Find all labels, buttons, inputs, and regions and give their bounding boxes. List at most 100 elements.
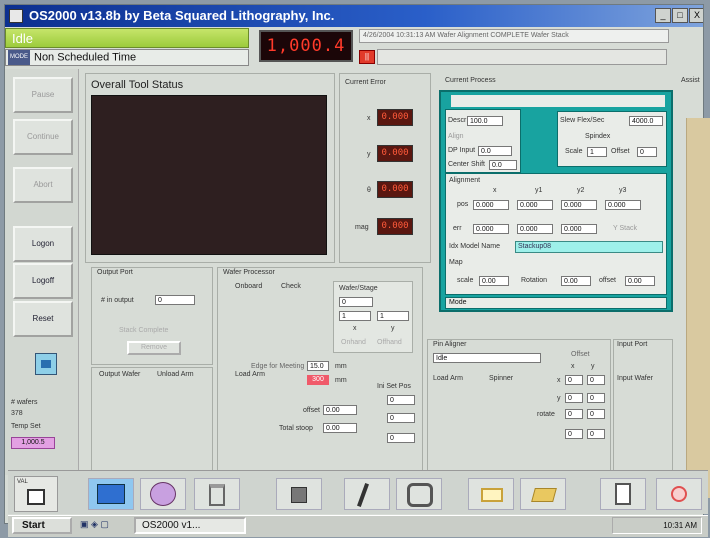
center-shift-field[interactable]: 0.0 bbox=[489, 160, 517, 170]
align-err-x[interactable]: 0.000 bbox=[473, 224, 509, 234]
pin-bottom-field-1[interactable]: 0 bbox=[565, 429, 583, 439]
map-offset-field[interactable]: 0.00 bbox=[625, 276, 655, 286]
diagnostics-tool-button[interactable] bbox=[396, 478, 442, 510]
output-wafer-label: Output Wafer bbox=[99, 371, 141, 378]
stop-tool-button[interactable] bbox=[276, 478, 322, 510]
monitor-icon bbox=[97, 484, 125, 504]
pin-grid-r2c1[interactable]: 0 bbox=[565, 393, 583, 403]
minimize-button[interactable]: _ bbox=[655, 8, 671, 23]
close-button[interactable]: X bbox=[689, 8, 703, 23]
pin-grid-r3c2[interactable]: 0 bbox=[587, 409, 605, 419]
output-count-label: # in output bbox=[101, 297, 134, 304]
align-err-y1[interactable]: 0.000 bbox=[517, 224, 553, 234]
desc-field[interactable]: 100.0 bbox=[467, 116, 503, 126]
pin-grid-r2c2[interactable]: 0 bbox=[587, 393, 605, 403]
open-folder-icon bbox=[531, 488, 557, 502]
red-value-field[interactable]: 300 bbox=[307, 375, 329, 385]
document-tool-button[interactable] bbox=[600, 478, 646, 510]
stethoscope-icon bbox=[407, 483, 433, 507]
edge-field[interactable]: 15.0 bbox=[307, 361, 329, 371]
slew-field[interactable]: 4000.0 bbox=[629, 116, 663, 126]
process-mode-field[interactable]: Mode bbox=[445, 297, 667, 309]
pin-spinner-label: Spinner bbox=[489, 375, 514, 382]
pin-grid-r1c1[interactable]: 0 bbox=[565, 375, 583, 385]
wafer-stage-field-2[interactable]: 1 bbox=[339, 311, 371, 321]
tools-tool-button[interactable] bbox=[344, 478, 390, 510]
wafer-stage-field-1[interactable]: 0 bbox=[339, 297, 373, 307]
set-pos-field-3[interactable]: 0 bbox=[387, 433, 415, 443]
align-check-label[interactable]: Align bbox=[448, 133, 464, 140]
align-pos-y1[interactable]: 0.000 bbox=[517, 200, 553, 210]
spin-scale-label: Scale bbox=[565, 148, 583, 155]
pin-grid-r3c1[interactable]: 0 bbox=[565, 409, 583, 419]
quick-launch-tile[interactable]: VAL bbox=[14, 476, 58, 512]
pin-grid-r1c2[interactable]: 0 bbox=[587, 375, 605, 385]
screen-tool-button[interactable] bbox=[88, 478, 134, 510]
slew-label: Slew Flex/Sec bbox=[560, 117, 605, 124]
align-pos-y3[interactable]: 0.000 bbox=[605, 200, 641, 210]
edge-unit: mm bbox=[335, 363, 347, 370]
center-shift-label: Center Shift bbox=[448, 161, 485, 168]
pause-alarm-button[interactable]: || bbox=[359, 50, 375, 64]
quick-launch-label: VAL bbox=[17, 479, 28, 485]
remove-button[interactable]: Remove bbox=[127, 341, 181, 355]
stack-complete-check[interactable]: Stack Complete bbox=[119, 327, 168, 334]
spin-offset-field[interactable]: 0 bbox=[637, 147, 657, 157]
stage-sub-x: x bbox=[353, 325, 357, 332]
maximize-button[interactable]: □ bbox=[672, 8, 688, 23]
pause-button[interactable]: Pause bbox=[13, 77, 73, 113]
offhand-radio[interactable]: Offhand bbox=[377, 339, 402, 346]
taskbar-os2000-item[interactable]: OS2000 v1... bbox=[134, 517, 246, 534]
align-err-y2[interactable]: 0.000 bbox=[561, 224, 597, 234]
open-folder-tool-button[interactable] bbox=[520, 478, 566, 510]
abort-button[interactable]: Abort bbox=[13, 167, 73, 203]
pin-row-x-label: x bbox=[557, 377, 561, 384]
error-x-label: x bbox=[367, 115, 371, 122]
map-rotation-field[interactable]: 0.00 bbox=[561, 276, 591, 286]
model-name-field[interactable]: Stackup08 bbox=[515, 241, 663, 253]
reset-button[interactable]: Reset bbox=[13, 301, 73, 337]
quick-tool-icon[interactable] bbox=[35, 353, 57, 375]
set-pos-title: Ini Set Pos bbox=[377, 383, 411, 390]
app-icon bbox=[9, 9, 23, 23]
error-mag-value: 0.000 bbox=[377, 218, 413, 235]
map-scale-field[interactable]: 0.00 bbox=[479, 276, 509, 286]
wafer-icon bbox=[150, 482, 176, 506]
folder-tool-button[interactable] bbox=[468, 478, 514, 510]
quick-launch-icons[interactable]: ▣ ◈ ▢ bbox=[80, 519, 128, 533]
onhand-radio[interactable]: Onhand bbox=[341, 339, 366, 346]
align-col-y2: y2 bbox=[577, 187, 585, 194]
logon-button[interactable]: Logon bbox=[13, 226, 73, 262]
map-scale-label: scale bbox=[457, 277, 474, 284]
continue-button[interactable]: Continue bbox=[13, 119, 73, 155]
dp-input-field[interactable]: 0.0 bbox=[478, 146, 512, 156]
exit-tool-button[interactable] bbox=[656, 478, 702, 510]
error-y-label: y bbox=[367, 151, 371, 158]
total-stoop-field[interactable]: 0.00 bbox=[323, 423, 357, 433]
y-stack-check[interactable]: Y Stack bbox=[613, 225, 637, 232]
exit-icon bbox=[671, 486, 687, 502]
align-pos-x[interactable]: 0.000 bbox=[473, 200, 509, 210]
input-port-title: Input Port bbox=[617, 341, 648, 348]
set-pos-field-1[interactable]: 0 bbox=[387, 395, 415, 405]
pin-load-arm-label: Load Arm bbox=[433, 375, 463, 382]
pin-bottom-field-2[interactable]: 0 bbox=[587, 429, 605, 439]
pin-aligner-status: Idle bbox=[433, 353, 541, 363]
offset-field[interactable]: 0.00 bbox=[323, 405, 357, 415]
current-process-title: Current Process bbox=[445, 77, 496, 84]
align-col-y1: y1 bbox=[535, 187, 543, 194]
output-count-field[interactable]: 0 bbox=[155, 295, 195, 305]
align-pos-y2[interactable]: 0.000 bbox=[561, 200, 597, 210]
wafer-tool-button[interactable] bbox=[140, 478, 186, 510]
spin-scale-field[interactable]: 1 bbox=[587, 147, 607, 157]
holder-tool-button[interactable] bbox=[194, 478, 240, 510]
wafer-stage-field-3[interactable]: 1 bbox=[377, 311, 409, 321]
pin-grid-col-x: x bbox=[571, 363, 575, 370]
set-pos-field-2[interactable]: 0 bbox=[387, 413, 415, 423]
logoff-button[interactable]: Logoff bbox=[13, 263, 73, 299]
document-icon bbox=[615, 483, 631, 505]
model-name-label: Idx Model Name bbox=[449, 243, 500, 250]
wafers-value: 378 bbox=[11, 410, 23, 417]
start-button[interactable]: Start bbox=[12, 517, 72, 534]
pin-aligner-title: Pin Aligner bbox=[433, 341, 467, 348]
